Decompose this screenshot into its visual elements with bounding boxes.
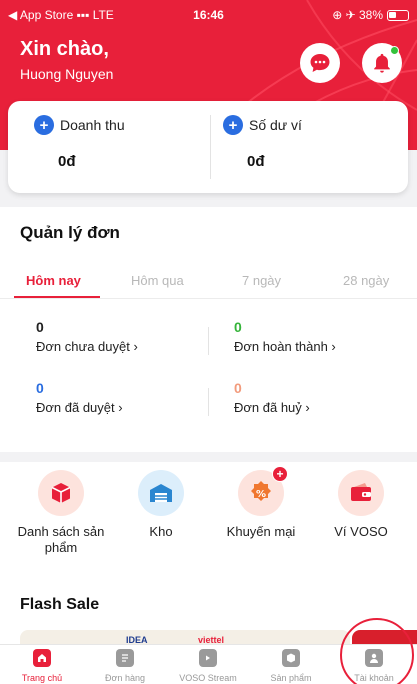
shortcut-label: Ví VOSO	[334, 524, 388, 539]
wallet-balance-stat[interactable]: + Số dư ví 0đ	[223, 115, 302, 170]
nav-products[interactable]: Sản phẩm	[256, 649, 326, 683]
section-title: Quản lý đơn	[20, 223, 120, 242]
username-text: Huong Nguyen	[20, 66, 114, 82]
wallet-balance-label: Số dư ví	[249, 117, 302, 133]
video-icon	[199, 649, 217, 667]
nav-label: Đơn hàng	[105, 673, 145, 683]
approved-orders-count: 0	[36, 380, 44, 396]
revenue-value: 0đ	[58, 153, 76, 170]
battery-icon	[387, 10, 409, 21]
tab-today[interactable]: Hôm nay	[26, 273, 81, 288]
nav-label: Sản phẩm	[270, 673, 312, 683]
shortcut-label: Danh sách sản phẩm	[17, 524, 105, 556]
flash-sale-title: Flash Sale	[20, 596, 100, 613]
stats-divider	[210, 115, 211, 179]
approved-orders-label: Đơn đã duyệt ›	[36, 400, 123, 415]
status-bar: ◀ App Store ▪▪▪ LTE 16:46 ⊕ ✈ 38%	[0, 6, 417, 24]
completed-orders-label: Đơn hoàn thành ›	[234, 339, 336, 354]
box-icon	[38, 470, 84, 516]
chat-icon	[310, 54, 330, 72]
tab-28-days[interactable]: 28 ngày	[343, 273, 389, 288]
order-management-section: Quản lý đơn Hôm nay Hôm qua 7 ngày 28 ng…	[0, 207, 417, 452]
revenue-stat[interactable]: + Doanh thu 0đ	[34, 115, 125, 170]
pending-orders-label: Đơn chưa duyệt ›	[36, 339, 138, 354]
chat-button[interactable]	[300, 43, 340, 83]
plus-icon: +	[34, 115, 54, 135]
tab-7-days[interactable]: 7 ngày	[242, 273, 281, 288]
shortcut-warehouse[interactable]: Kho	[116, 470, 206, 540]
shortcut-voso-wallet[interactable]: Ví VOSO	[316, 470, 406, 540]
completed-orders[interactable]: 0 Đơn hoàn thành ›	[234, 319, 336, 354]
shortcut-product-list[interactable]: Danh sách sản phẩm	[16, 470, 106, 557]
wallet-icon	[338, 470, 384, 516]
approved-orders[interactable]: 0 Đơn đã duyệt ›	[36, 380, 123, 415]
bottom-navigation: Trang chủ Đơn hàng VOSO Stream Sản phẩm …	[0, 644, 417, 684]
tab-yesterday[interactable]: Hôm qua	[131, 273, 184, 288]
nav-label: VOSO Stream	[179, 673, 237, 683]
cancelled-orders-count: 0	[234, 380, 242, 396]
svg-text:%: %	[256, 489, 266, 500]
pending-orders[interactable]: 0 Đơn chưa duyệt ›	[36, 319, 138, 354]
product-icon	[282, 649, 300, 667]
cancelled-orders[interactable]: 0 Đơn đã huỷ ›	[234, 380, 310, 415]
status-battery-text: ⊕ ✈ 38%	[332, 8, 383, 22]
home-icon	[33, 649, 51, 667]
notification-dot	[390, 46, 399, 55]
promotion-badge: +	[272, 466, 288, 482]
nav-orders[interactable]: Đơn hàng	[90, 649, 160, 683]
shortcut-label: Kho	[149, 524, 173, 539]
orders-icon	[116, 649, 134, 667]
warehouse-icon	[138, 470, 184, 516]
greeting-text: Xin chào,	[20, 38, 109, 60]
account-icon	[365, 649, 383, 667]
completed-orders-count: 0	[234, 319, 242, 335]
wallet-balance-value: 0đ	[247, 153, 265, 170]
nav-label: Tài khoản	[354, 673, 394, 683]
nav-account[interactable]: Tài khoản	[339, 649, 409, 683]
shortcuts-section: Danh sách sản phẩm Kho % + Khuyến mại Ví…	[0, 462, 417, 582]
plus-icon: +	[223, 115, 243, 135]
order-period-tabs: Hôm nay Hôm qua 7 ngày 28 ngày	[0, 267, 417, 299]
shortcut-label: Khuyến mại	[226, 524, 296, 539]
shortcut-promotion[interactable]: % + Khuyến mại	[216, 466, 306, 540]
nav-label: Trang chủ	[21, 673, 63, 683]
revenue-label: Doanh thu	[60, 117, 125, 133]
notification-button[interactable]	[362, 43, 402, 83]
metric-divider	[208, 327, 209, 355]
cancelled-orders-label: Đơn đã huỷ ›	[234, 400, 310, 415]
pending-orders-count: 0	[36, 319, 44, 335]
discount-icon: % +	[238, 466, 288, 516]
stats-card: + Doanh thu 0đ + Số dư ví 0đ	[8, 101, 408, 193]
nav-home[interactable]: Trang chủ	[7, 649, 77, 683]
metric-divider	[208, 388, 209, 416]
bell-icon	[374, 53, 390, 73]
nav-voso-stream[interactable]: VOSO Stream	[173, 649, 243, 683]
active-tab-indicator	[14, 296, 100, 298]
